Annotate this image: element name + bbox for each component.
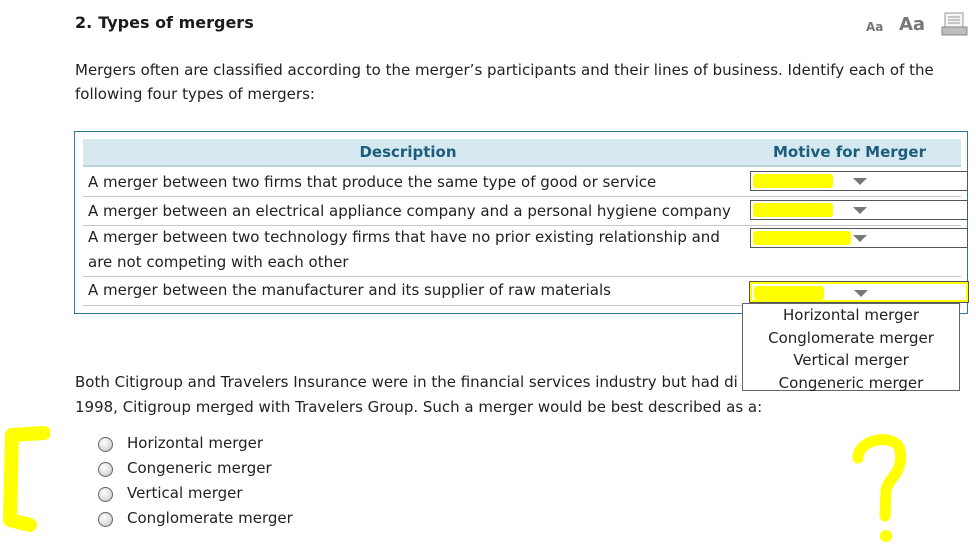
- chevron-down-icon: [853, 178, 867, 185]
- header-description: Description: [359, 143, 457, 161]
- row-description: A merger between two technology firms th…: [88, 228, 720, 271]
- dropdown-option[interactable]: Horizontal merger: [743, 304, 959, 327]
- radio-button[interactable]: [98, 512, 113, 527]
- motive-select-2[interactable]: [750, 200, 968, 220]
- print-icon[interactable]: [941, 12, 969, 36]
- question-title: 2. Types of mergers: [75, 13, 254, 32]
- question2-line1: Both Citigroup and Travelers Insurance w…: [75, 373, 738, 391]
- dropdown-option[interactable]: Congeneric merger: [743, 372, 959, 395]
- chevron-down-icon: [853, 207, 867, 214]
- yellow-bracket-scribble: [3, 426, 50, 532]
- question-intro: Mergers often are classified according t…: [75, 61, 934, 103]
- table-row: A merger between two technology firms th…: [83, 226, 968, 277]
- question-title-text: Types of mergers: [98, 13, 254, 32]
- merger-matching-table: Description Motive for Merger A merger b…: [74, 131, 969, 314]
- table-row: A merger between the manufacturer and it…: [83, 277, 969, 306]
- highlight-mark: [753, 231, 851, 245]
- motive-dropdown-list: Horizontal merger Conglomerate merger Ve…: [742, 303, 960, 392]
- radio-label: Horizontal merger: [127, 434, 264, 452]
- table-header: Description Motive for Merger: [83, 139, 961, 167]
- motive-select-4[interactable]: [749, 281, 969, 303]
- dropdown-option[interactable]: Conglomerate merger: [743, 327, 959, 350]
- row-description: A merger between two firms that produce …: [88, 173, 657, 191]
- font-increase-button[interactable]: Aa: [899, 14, 925, 35]
- dropdown-option[interactable]: Vertical merger: [743, 349, 959, 372]
- table-row: A merger between an electrical appliance…: [83, 197, 968, 226]
- font-decrease-button[interactable]: Aa: [866, 20, 883, 34]
- yellow-question-mark-scribble: [852, 434, 907, 542]
- chevron-down-icon: [853, 235, 867, 242]
- header-motive: Motive for Merger: [773, 143, 926, 161]
- motive-select-3[interactable]: [750, 228, 968, 248]
- highlight-mark: [753, 203, 833, 217]
- motive-select-1[interactable]: [750, 171, 968, 191]
- radio-label: Conglomerate merger: [127, 509, 293, 527]
- row-description: A merger between the manufacturer and it…: [88, 281, 611, 299]
- radio-label: Congeneric merger: [127, 459, 272, 477]
- table-row: A merger between two firms that produce …: [83, 168, 968, 197]
- chevron-down-icon: [854, 290, 868, 297]
- row-description: A merger between an electrical appliance…: [88, 202, 731, 220]
- highlight-mark: [753, 174, 833, 188]
- highlight-mark: [754, 286, 824, 300]
- radio-button[interactable]: [98, 487, 113, 502]
- radio-button[interactable]: [98, 462, 113, 477]
- radio-button[interactable]: [98, 437, 113, 452]
- radio-label: Vertical merger: [127, 484, 243, 502]
- question-number: 2.: [75, 13, 93, 32]
- question2-line2: 1998, Citigroup merged with Travelers Gr…: [75, 398, 763, 416]
